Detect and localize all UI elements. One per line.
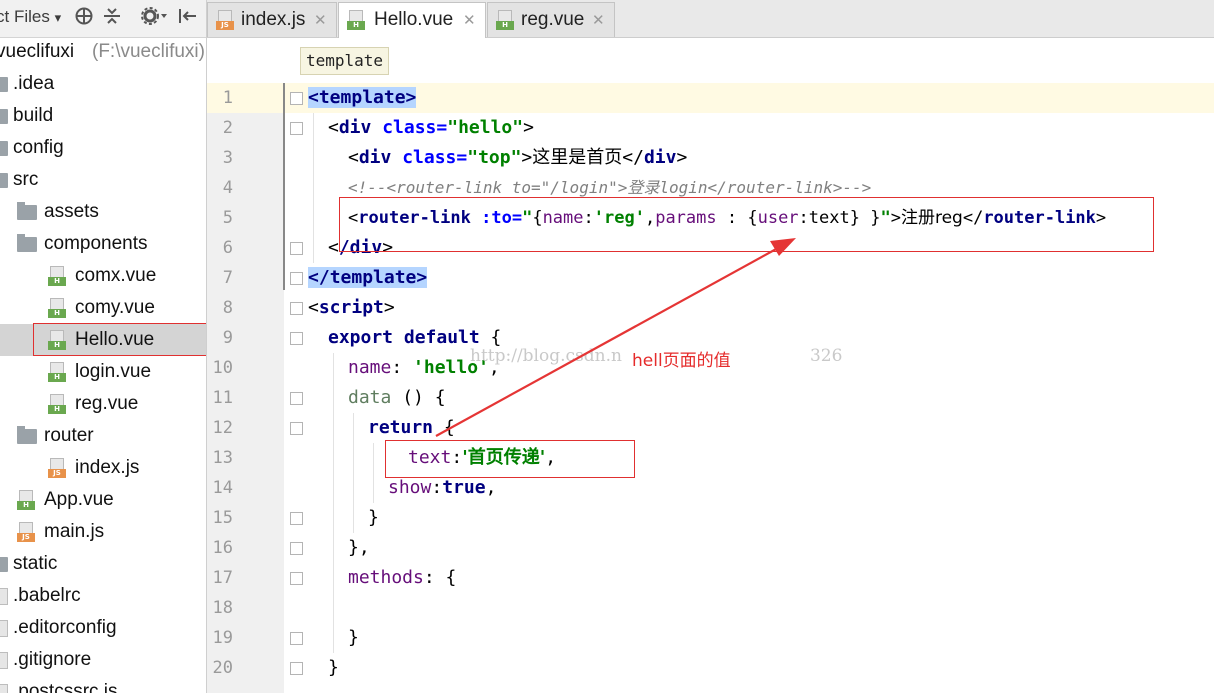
annotation-label: hell页面的值 [632, 351, 731, 371]
annotation-arrow [435, 238, 796, 437]
annotation-arrow-line [435, 247, 779, 437]
arrow-head-icon [770, 238, 796, 256]
